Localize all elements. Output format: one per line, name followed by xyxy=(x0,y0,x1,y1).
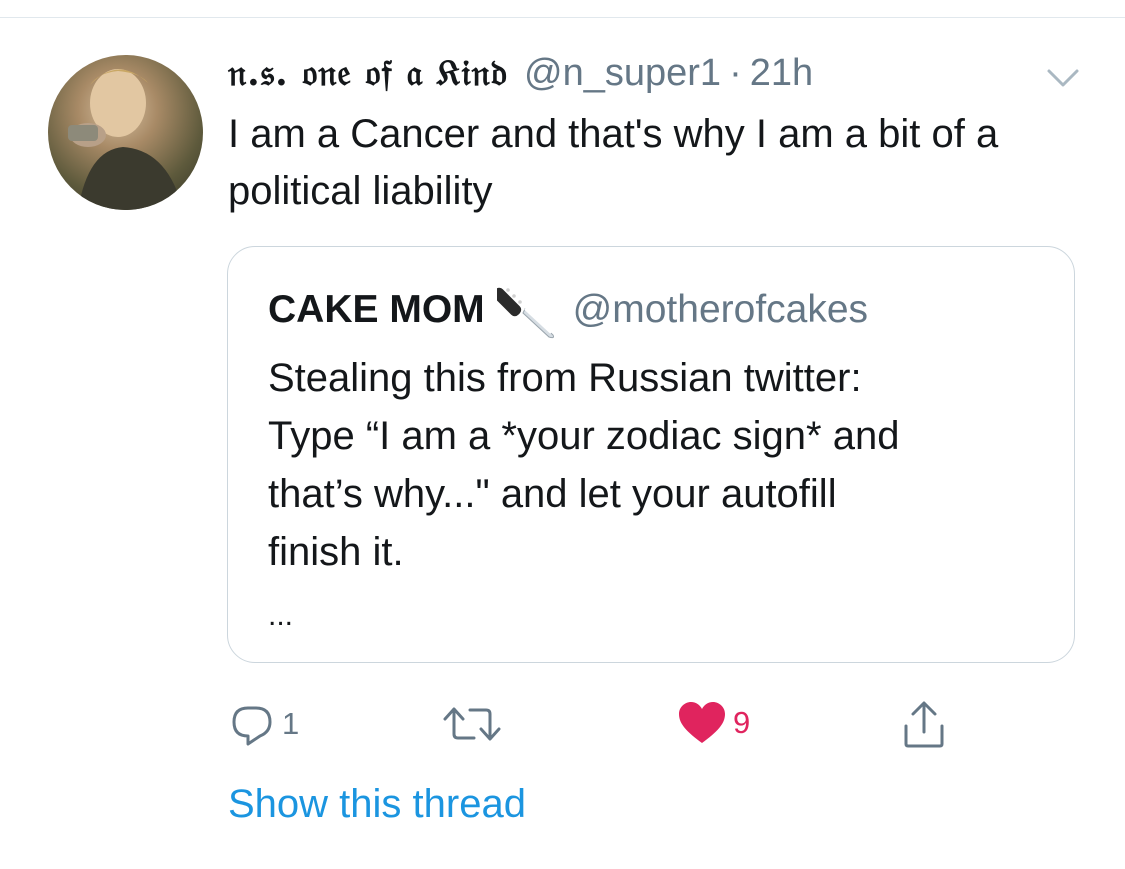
quoted-tweet-card[interactable]: CAKE MOM @motherofcakes Stealing this fr… xyxy=(227,246,1075,663)
quoted-text-line: Stealing this from Russian twitter: xyxy=(268,356,862,400)
tweet-actions: 1 9 xyxy=(0,700,1125,760)
top-divider xyxy=(0,17,1125,18)
reply-icon xyxy=(232,706,272,746)
quoted-text-line: that’s why..." and let your autofill xyxy=(268,472,837,516)
tweet-text: I am a Cancer and that's why I am a bit … xyxy=(228,112,999,213)
quoted-display-name: CAKE MOM xyxy=(268,288,485,331)
quoted-tweet-text: Stealing this from Russian twitter: Type… xyxy=(268,349,1038,581)
like-count: 9 xyxy=(733,705,751,740)
reply-count: 1 xyxy=(282,706,300,741)
heart-icon xyxy=(679,702,725,743)
quoted-user-handle: @motherofcakes xyxy=(572,288,869,331)
tweet-time[interactable]: 21h xyxy=(750,52,813,95)
like-button[interactable]: 9 xyxy=(677,700,750,746)
retweet-button[interactable] xyxy=(440,700,510,748)
separator-dot: · xyxy=(729,52,742,94)
avatar[interactable] xyxy=(48,55,203,210)
quoted-text-line: Type “I am a *your zodiac sign* and xyxy=(268,414,900,458)
retweet-icon xyxy=(443,707,501,741)
share-button[interactable] xyxy=(900,700,948,750)
knife-emoji-icon xyxy=(496,287,554,339)
share-icon xyxy=(904,701,944,748)
avatar-photo xyxy=(68,69,183,210)
quoted-text-line: finish it. xyxy=(268,530,404,574)
chevron-down-icon[interactable] xyxy=(1043,62,1083,92)
quoted-tweet-header: CAKE MOM @motherofcakes xyxy=(268,279,868,341)
display-name[interactable]: 𝔫.𝔰. 𝔬𝔫𝔢 𝔬𝔣 𝔞 𝔎𝔦𝔫𝔡 xyxy=(228,52,508,95)
tweet-header: 𝔫.𝔰. 𝔬𝔫𝔢 𝔬𝔣 𝔞 𝔎𝔦𝔫𝔡 @n_super1 · 21h xyxy=(228,52,813,96)
reply-button[interactable]: 1 xyxy=(228,700,299,748)
show-thread-link[interactable]: Show this thread xyxy=(228,782,526,827)
user-handle[interactable]: @n_super1 xyxy=(524,52,721,95)
quoted-ellipsis: ... xyxy=(268,599,294,632)
